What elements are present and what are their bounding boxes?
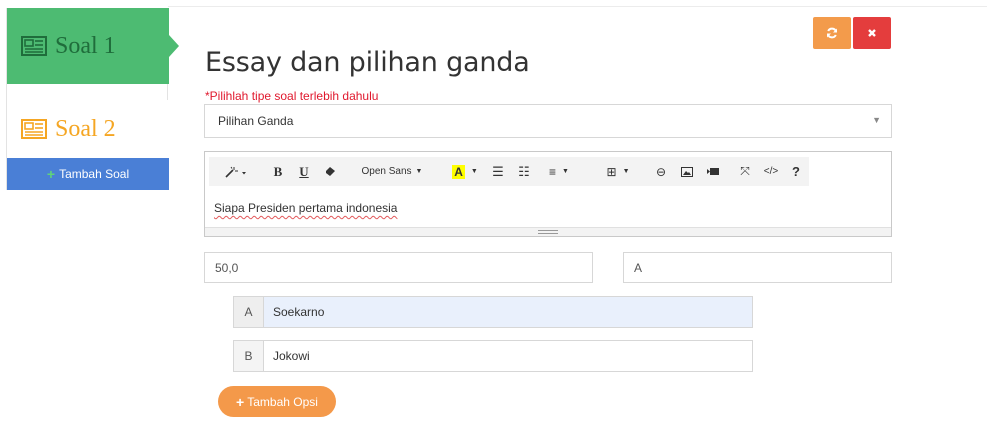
magic-icon	[225, 166, 246, 178]
page-title: Essay dan pilihan ganda	[205, 47, 530, 78]
ordered-list-button[interactable]: ☷	[513, 157, 535, 186]
caret-down-icon: ▼	[415, 168, 423, 175]
add-question-button[interactable]: + Tambah Soal	[7, 158, 169, 190]
underline-icon: U	[299, 163, 309, 179]
question-type-select[interactable]: Pilihan Ganda ▼	[204, 104, 892, 138]
paragraph-align-dropdown[interactable]: ≡ ▼	[539, 157, 579, 186]
unordered-list-button[interactable]: ☰	[487, 157, 509, 186]
underline-button[interactable]: U	[295, 157, 313, 186]
answer-key-input[interactable]: A	[623, 252, 892, 283]
newspaper-icon	[21, 119, 47, 139]
refresh-button[interactable]	[813, 17, 851, 49]
align-icon: ≡	[549, 164, 557, 179]
option-input[interactable]: Jokowi	[264, 341, 752, 371]
editor-content[interactable]: Siapa Presiden pertama indonesia	[214, 201, 397, 215]
option-text: Soekarno	[273, 305, 325, 319]
resize-grip-icon	[538, 230, 558, 234]
sidebar-item-label: Soal 2	[55, 115, 116, 142]
help-icon: ?	[792, 164, 800, 179]
table-icon: ⊞	[606, 164, 617, 179]
font-family-label: Open Sans	[361, 166, 412, 177]
video-icon	[707, 168, 719, 175]
score-input[interactable]: 50,0	[204, 252, 593, 283]
magic-style-button[interactable]	[213, 157, 259, 186]
close-icon	[868, 29, 876, 37]
caret-down-icon: ▼	[470, 168, 478, 175]
newspaper-icon	[21, 36, 47, 56]
sidebar-item-soal-2[interactable]: Soal 2	[7, 100, 169, 158]
fullscreen-icon: ⤧	[740, 164, 750, 178]
add-option-button[interactable]: + Tambah Opsi	[218, 386, 336, 417]
unordered-list-icon: ☰	[492, 163, 504, 179]
option-row: A Soekarno	[233, 296, 753, 328]
sidebar-item-label: Soal 1	[55, 32, 116, 59]
question-type-value: Pilihan Ganda	[218, 114, 294, 128]
option-letter: B	[234, 341, 264, 371]
editor-toolbar: B U Open Sans ▼ A ▼ ☰ ☷ ≡ ▼ ⊞ ▼ ⊖ ⤧ </> ?	[209, 157, 809, 186]
top-divider	[168, 6, 987, 7]
ordered-list-icon: ☷	[518, 163, 530, 179]
table-dropdown[interactable]: ⊞ ▼	[597, 157, 639, 186]
refresh-icon	[827, 27, 837, 39]
editor-resize-bar[interactable]	[205, 227, 891, 236]
font-color-icon: A	[452, 164, 465, 179]
image-icon	[681, 166, 693, 177]
sidebar-item-soal-1[interactable]: Soal 1	[7, 8, 179, 84]
help-button[interactable]: ?	[787, 157, 805, 186]
close-button[interactable]	[853, 17, 891, 49]
answer-key-value: A	[634, 260, 643, 275]
code-view-icon: </>	[763, 166, 779, 177]
question-sidebar: Soal 1 Soal 2 + Tambah Soal	[6, 8, 179, 190]
bold-button[interactable]: B	[269, 157, 287, 186]
clear-format-button[interactable]	[321, 157, 339, 186]
caret-down-icon: ▼	[622, 168, 630, 175]
fullscreen-button[interactable]: ⤧	[735, 157, 755, 186]
code-view-button[interactable]: </>	[759, 157, 783, 186]
add-option-label: Tambah Opsi	[247, 394, 318, 409]
image-button[interactable]	[677, 157, 697, 186]
option-row: B Jokowi	[233, 340, 753, 372]
option-letter: A	[234, 297, 264, 327]
score-value: 50,0	[215, 260, 239, 275]
plus-icon: +	[46, 166, 56, 182]
bold-icon: B	[273, 163, 283, 179]
link-button[interactable]: ⊖	[651, 157, 671, 186]
font-color-button[interactable]: A ▼	[447, 157, 483, 186]
plus-icon: +	[236, 393, 245, 410]
video-button[interactable]	[703, 157, 723, 186]
option-input[interactable]: Soekarno	[264, 297, 752, 327]
link-icon: ⊖	[655, 164, 667, 179]
font-family-dropdown[interactable]: Open Sans ▼	[347, 157, 437, 186]
question-editor[interactable]: B U Open Sans ▼ A ▼ ☰ ☷ ≡ ▼ ⊞ ▼ ⊖ ⤧ </> ? Si…	[204, 151, 892, 237]
type-warning: *Pilihlah tipe soal terlebih dahulu	[205, 89, 379, 103]
option-text: Jokowi	[273, 349, 310, 363]
caret-down-icon: ▼	[872, 115, 881, 125]
eraser-icon	[325, 167, 335, 176]
add-question-label: Tambah Soal	[59, 167, 130, 181]
caret-down-icon: ▼	[562, 168, 569, 175]
